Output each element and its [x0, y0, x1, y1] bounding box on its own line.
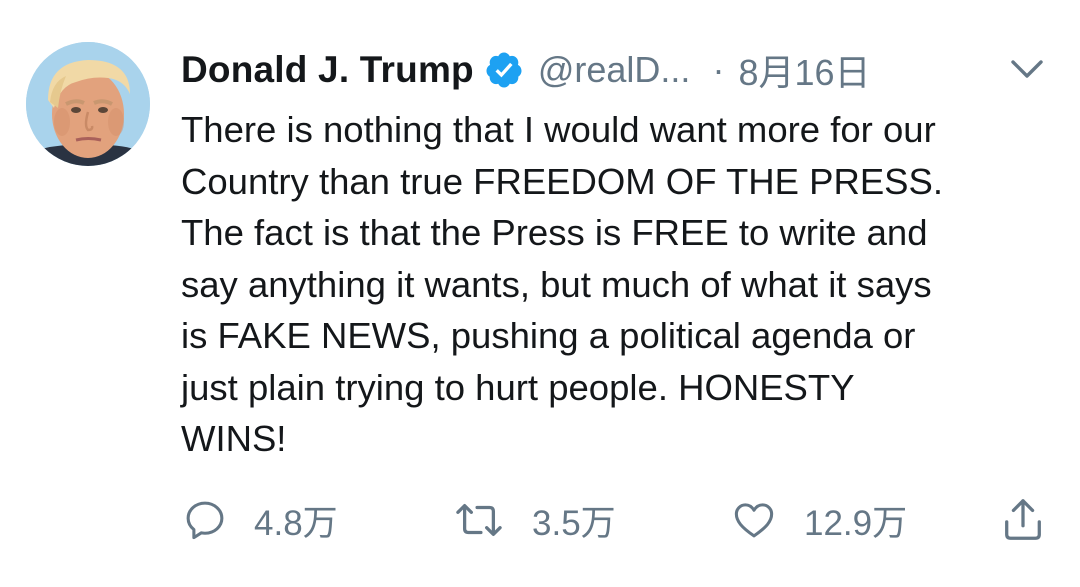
tweet-header: Donald J. Trump @realD... · 8月16日: [181, 44, 871, 96]
display-name[interactable]: Donald J. Trump: [181, 49, 474, 91]
retweet-icon: [452, 497, 506, 543]
share-icon: [1000, 495, 1046, 545]
like-count: 12.9万: [804, 503, 908, 543]
username-handle[interactable]: @realD...: [538, 49, 691, 91]
reply-icon: [182, 497, 228, 543]
avatar[interactable]: [26, 42, 150, 166]
tweet-date[interactable]: 8月16日: [738, 44, 870, 96]
share-button[interactable]: [1000, 490, 1046, 550]
verified-badge-icon: [484, 50, 524, 90]
separator-dot: ·: [712, 49, 725, 90]
action-bar: 4.8万 3.5万 12.9万: [0, 490, 1080, 550]
tweet-body-text: There is nothing that I would want more …: [181, 109, 943, 459]
reply-count: 4.8万: [254, 503, 338, 543]
retweet-button[interactable]: 3.5万: [452, 490, 616, 550]
reply-button[interactable]: 4.8万: [182, 490, 338, 550]
retweet-count: 3.5万: [532, 503, 616, 543]
chevron-down-icon[interactable]: [1005, 52, 1049, 88]
heart-icon: [730, 497, 778, 543]
like-button[interactable]: 12.9万: [730, 490, 907, 550]
tweet[interactable]: Donald J. Trump @realD... · 8月16日 There …: [0, 0, 1080, 587]
